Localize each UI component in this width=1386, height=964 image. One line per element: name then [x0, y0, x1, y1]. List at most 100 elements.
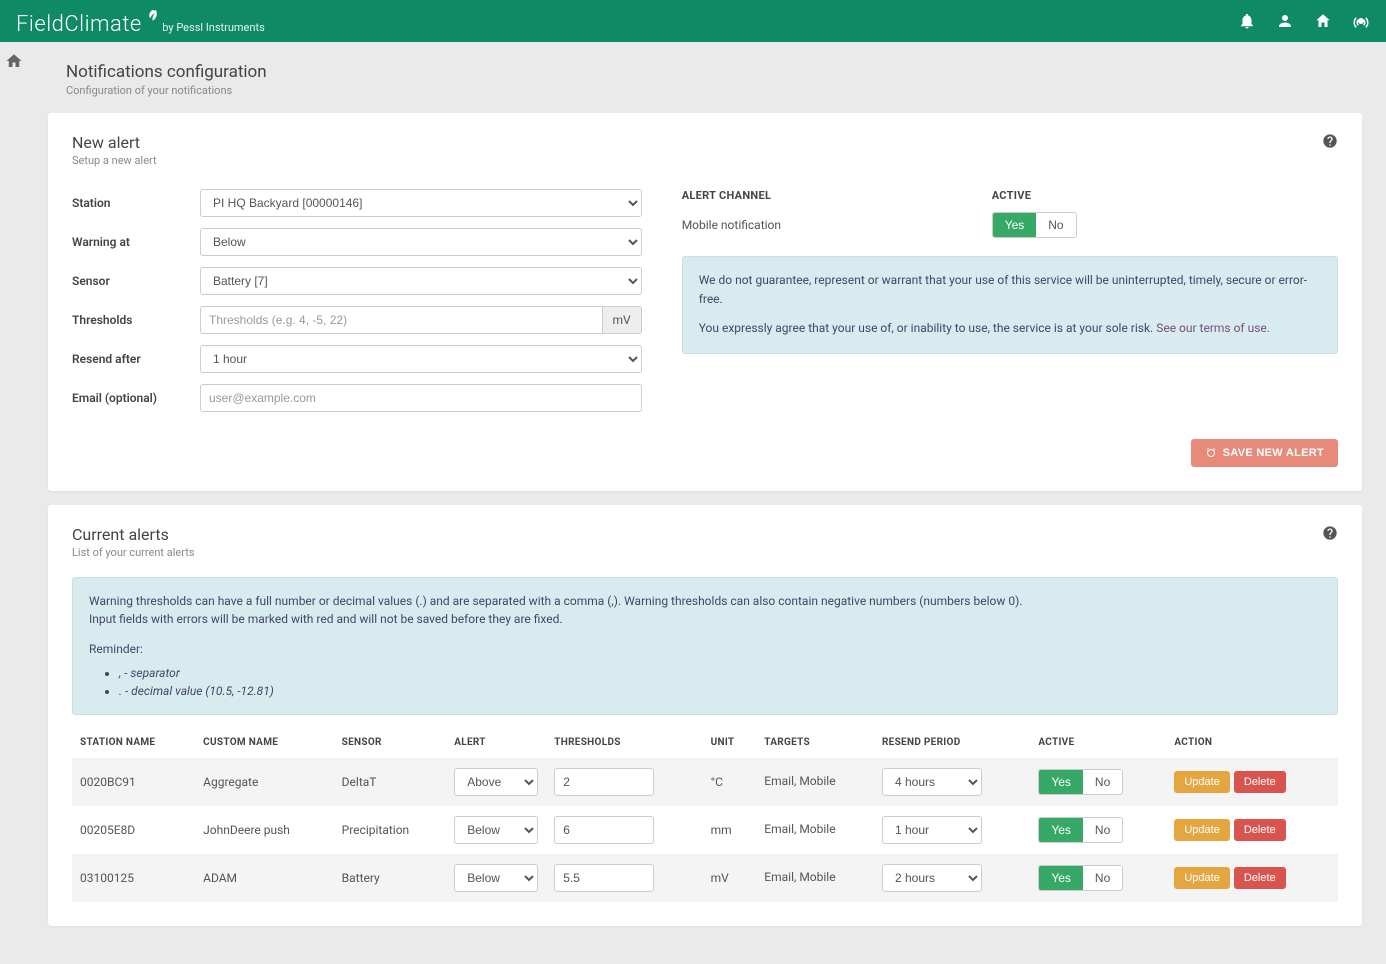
row-threshold-input[interactable] [554, 864, 654, 892]
cell-sensor: DeltaT [334, 758, 447, 806]
disclaimer-p1: We do not guarantee, represent or warran… [699, 271, 1321, 309]
th-custom: CUSTOM NAME [195, 727, 334, 758]
warning-at-select[interactable]: Below [200, 228, 642, 256]
row-toggle-yes[interactable]: Yes [1039, 818, 1083, 842]
station-select[interactable]: PI HQ Backyard [00000146] [200, 189, 642, 217]
page-title: Notifications configuration [66, 62, 1362, 82]
th-station: STATION NAME [72, 727, 195, 758]
current-alerts-subtitle: List of your current alerts [72, 546, 195, 559]
row-delete-button[interactable]: Delete [1234, 819, 1286, 841]
label-warning-at: Warning at [72, 235, 200, 249]
brand-main: FieldClimate [16, 12, 142, 37]
table-row: 03100125 ADAM Battery Below mV Email, Mo… [72, 854, 1338, 902]
thresholds-info-box: Warning thresholds can have a full numbe… [72, 577, 1338, 715]
thresholds-input[interactable] [200, 306, 603, 334]
thresholds-unit: mV [603, 306, 642, 334]
th-alert: ALERT [446, 727, 546, 758]
cell-custom: ADAM [195, 854, 334, 902]
station-icon[interactable] [1314, 12, 1332, 30]
row-delete-button[interactable]: Delete [1234, 771, 1286, 793]
th-action: ACTION [1166, 727, 1338, 758]
th-thresholds: THRESHOLDS [546, 727, 702, 758]
help-icon[interactable] [1322, 133, 1338, 149]
row-alert-select[interactable]: Below [454, 816, 538, 844]
label-email: Email (optional) [72, 391, 200, 405]
info-line1: Warning thresholds can have a full numbe… [89, 592, 1321, 610]
cell-targets: Email, Mobile [756, 854, 874, 902]
th-active: ACTIVE [1030, 727, 1166, 758]
active-header: ACTIVE [992, 189, 1032, 202]
terms-link[interactable]: See our terms of use. [1156, 321, 1270, 335]
user-icon[interactable] [1276, 12, 1294, 30]
channel-mobile-toggle: Yes No [992, 212, 1077, 238]
label-thresholds: Thresholds [72, 313, 200, 327]
label-sensor: Sensor [72, 274, 200, 288]
table-row: 0020BC91 Aggregate DeltaT Above °C Email… [72, 758, 1338, 806]
sidebar [0, 42, 28, 964]
alarm-icon [1205, 447, 1217, 459]
row-alert-select[interactable]: Above [454, 768, 538, 796]
save-new-alert-button[interactable]: SAVE NEW ALERT [1191, 439, 1338, 467]
sensor-select[interactable]: Battery [7] [200, 267, 642, 295]
cell-station: 00205E8D [72, 806, 195, 854]
cell-targets: Email, Mobile [756, 758, 874, 806]
table-row: 00205E8D JohnDeere push Precipitation Be… [72, 806, 1338, 854]
cell-custom: JohnDeere push [195, 806, 334, 854]
row-update-button[interactable]: Update [1174, 819, 1229, 841]
cell-sensor: Precipitation [334, 806, 447, 854]
channel-mobile-label: Mobile notification [682, 218, 992, 232]
row-resend-select[interactable]: 1 hour [882, 816, 982, 844]
new-alert-subtitle: Setup a new alert [72, 154, 157, 167]
row-toggle-no[interactable]: No [1083, 770, 1122, 794]
row-resend-select[interactable]: 4 hours [882, 768, 982, 796]
info-line2: Input fields with errors will be marked … [89, 610, 1321, 628]
row-update-button[interactable]: Update [1174, 867, 1229, 889]
th-resend: RESEND PERIOD [874, 727, 1030, 758]
home-icon[interactable] [5, 52, 23, 70]
row-toggle-no[interactable]: No [1083, 866, 1122, 890]
toggle-no[interactable]: No [1036, 213, 1075, 237]
cell-custom: Aggregate [195, 758, 334, 806]
row-toggle-yes[interactable]: Yes [1039, 866, 1083, 890]
new-alert-card: New alert Setup a new alert Station PI H… [48, 113, 1362, 491]
row-active-toggle: Yes No [1038, 865, 1123, 891]
current-alerts-title: Current alerts [72, 525, 195, 544]
new-alert-title: New alert [72, 133, 157, 152]
row-alert-select[interactable]: Below [454, 864, 538, 892]
row-threshold-input[interactable] [554, 816, 654, 844]
cell-sensor: Battery [334, 854, 447, 902]
cell-unit: °C [703, 758, 757, 806]
row-resend-select[interactable]: 2 hours [882, 864, 982, 892]
cell-station: 03100125 [72, 854, 195, 902]
topbar: METOS INTERNATIONAL FieldClimate by Pess… [0, 0, 1386, 42]
toggle-yes[interactable]: Yes [993, 213, 1037, 237]
brand: METOS INTERNATIONAL FieldClimate by Pess… [16, 5, 265, 37]
page-header: Notifications configuration Configuratio… [48, 62, 1362, 97]
row-update-button[interactable]: Update [1174, 771, 1229, 793]
cell-targets: Email, Mobile [756, 806, 874, 854]
current-alerts-card: Current alerts List of your current aler… [48, 505, 1362, 926]
info-reminder: Reminder: [89, 640, 1321, 658]
row-active-toggle: Yes No [1038, 769, 1123, 795]
th-targets: TARGETS [756, 727, 874, 758]
row-threshold-input[interactable] [554, 768, 654, 796]
cell-unit: mm [703, 806, 757, 854]
page-subtitle: Configuration of your notifications [66, 84, 1362, 97]
info-li1: , - separator [119, 664, 1321, 682]
email-input[interactable] [200, 384, 642, 412]
row-delete-button[interactable]: Delete [1234, 867, 1286, 889]
th-unit: UNIT [703, 727, 757, 758]
row-toggle-no[interactable]: No [1083, 818, 1122, 842]
th-sensor: SENSOR [334, 727, 447, 758]
help-icon[interactable] [1322, 525, 1338, 541]
resend-after-select[interactable]: 1 hour [200, 345, 642, 373]
broadcast-icon[interactable] [1352, 12, 1370, 30]
bell-icon[interactable] [1238, 12, 1256, 30]
brand-sub: by Pessl Instruments [162, 21, 264, 34]
cell-station: 0020BC91 [72, 758, 195, 806]
alert-channel-header: ALERT CHANNEL [682, 189, 992, 202]
cell-unit: mV [703, 854, 757, 902]
topbar-icons [1238, 12, 1370, 30]
row-toggle-yes[interactable]: Yes [1039, 770, 1083, 794]
alerts-table: STATION NAME CUSTOM NAME SENSOR ALERT TH… [72, 727, 1338, 902]
